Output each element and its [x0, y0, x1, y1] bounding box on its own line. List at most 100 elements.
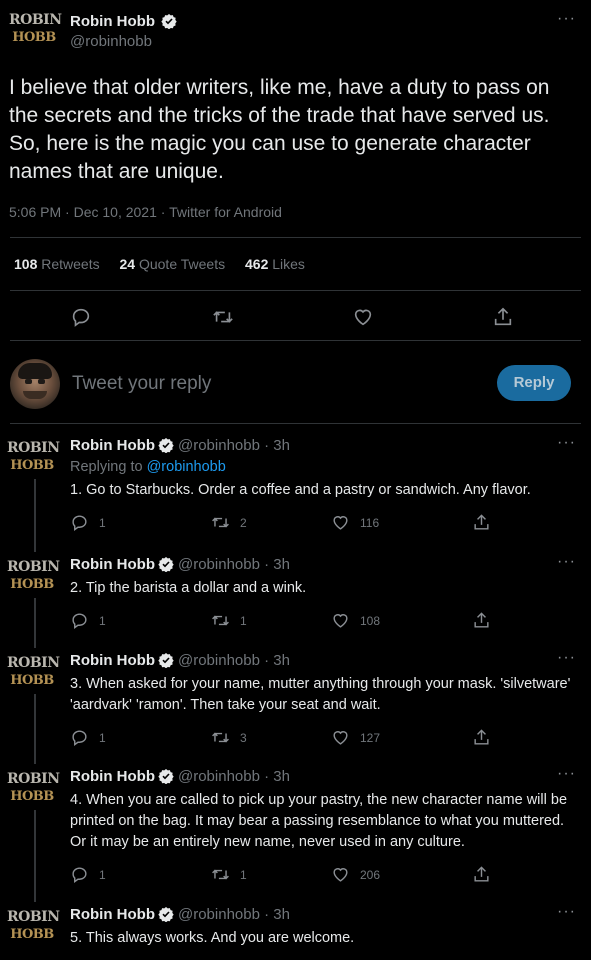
- avatar[interactable]: ROBIN HOBB: [7, 909, 60, 949]
- more-icon[interactable]: ···: [557, 553, 576, 571]
- verified-badge-icon: [158, 438, 174, 453]
- retweet-icon[interactable]: [211, 728, 230, 747]
- replying-to-handle[interactable]: @robinhobb: [147, 459, 226, 475]
- tweet-stats: 108 Retweets 24 Quote Tweets 462 Likes: [14, 256, 305, 272]
- share-icon[interactable]: [472, 611, 491, 630]
- reply-action[interactable]: 1: [70, 728, 106, 747]
- more-icon[interactable]: ···: [557, 903, 576, 921]
- likes-stat[interactable]: 462 Likes: [245, 256, 305, 272]
- share-action[interactable]: [472, 865, 501, 884]
- share-action[interactable]: [472, 611, 501, 630]
- retweets-stat[interactable]: 108 Retweets: [14, 256, 100, 272]
- author-handle[interactable]: @robinhobb: [178, 556, 260, 573]
- avatar[interactable]: ROBIN HOBB: [9, 12, 62, 52]
- avatar-logo-line2: HOBB: [10, 577, 54, 592]
- author-handle[interactable]: @robinhobb: [178, 652, 260, 669]
- reply-action[interactable]: 1: [70, 513, 106, 532]
- author-name[interactable]: Robin Hobb: [70, 652, 155, 669]
- user-avatar[interactable]: [10, 359, 60, 409]
- likes-count: 127: [360, 730, 381, 745]
- avatar[interactable]: ROBIN HOBB: [7, 559, 60, 599]
- tweet-source[interactable]: Twitter for Android: [169, 204, 282, 220]
- reply-header: Robin Hobb @robinhobb · 3h: [70, 556, 290, 573]
- more-icon[interactable]: ···: [557, 765, 576, 783]
- author-name[interactable]: Robin Hobb: [70, 906, 155, 923]
- like-icon[interactable]: [352, 306, 374, 328]
- retweet-action[interactable]: 1: [211, 865, 247, 884]
- more-icon[interactable]: ···: [557, 434, 576, 452]
- author-name[interactable]: Robin Hobb: [70, 437, 155, 454]
- tweet-date[interactable]: Dec 10, 2021: [74, 204, 157, 220]
- reply-button[interactable]: Reply: [497, 365, 571, 401]
- author-handle[interactable]: @robinhobb: [178, 437, 260, 454]
- author-name[interactable]: Robin Hobb: [70, 13, 155, 30]
- more-icon[interactable]: ···: [557, 10, 576, 28]
- avatar-logo-line2: HOBB: [10, 927, 54, 942]
- author-handle: @robinhobb: [70, 33, 152, 50]
- avatar-logo-line1: ROBIN: [7, 655, 60, 671]
- avatar[interactable]: ROBIN HOBB: [7, 440, 60, 480]
- reply-time[interactable]: 3h: [273, 437, 290, 454]
- reply-header: Robin Hobb @robinhobb · 3h: [70, 768, 290, 785]
- reply-time[interactable]: 3h: [273, 768, 290, 785]
- author-name[interactable]: Robin Hobb: [70, 768, 155, 785]
- share-action[interactable]: [472, 728, 501, 747]
- likes-count: 116: [360, 515, 380, 530]
- more-icon[interactable]: ···: [557, 649, 576, 667]
- reply-icon[interactable]: [70, 728, 89, 747]
- retweet-icon[interactable]: [211, 513, 230, 532]
- tweet-time[interactable]: 5:06 PM: [9, 204, 61, 220]
- retweet-icon[interactable]: [211, 306, 235, 328]
- reply-time[interactable]: 3h: [273, 556, 290, 573]
- share-icon[interactable]: [492, 306, 514, 328]
- like-action[interactable]: 206: [331, 865, 380, 884]
- retweet-action[interactable]: 3: [211, 728, 247, 747]
- like-action[interactable]: 108: [331, 611, 380, 630]
- tweet-meta: 5:06 PM · Dec 10, 2021 · Twitter for And…: [9, 204, 282, 220]
- reply-time[interactable]: 3h: [273, 906, 290, 923]
- reply-text: 2. Tip the barista a dollar and a wink.: [70, 580, 307, 596]
- avatar[interactable]: ROBIN HOBB: [7, 771, 60, 811]
- share-icon[interactable]: [472, 513, 491, 532]
- reply-icon[interactable]: [70, 611, 89, 630]
- reply-icon[interactable]: [70, 513, 89, 532]
- retweet-icon[interactable]: [211, 865, 230, 884]
- like-action[interactable]: 116: [331, 513, 379, 532]
- like-action[interactable]: 127: [331, 728, 380, 747]
- divider: [10, 290, 581, 291]
- reply-icon[interactable]: [70, 865, 89, 884]
- author-info[interactable]: Robin Hobb @robinhobb: [70, 13, 178, 50]
- avatar[interactable]: ROBIN HOBB: [7, 655, 60, 695]
- reply-input[interactable]: Tweet your reply: [72, 373, 211, 395]
- author-handle[interactable]: @robinhobb: [178, 906, 260, 923]
- avatar-logo-line2: HOBB: [10, 789, 54, 804]
- thread-line: [34, 479, 36, 552]
- share-icon[interactable]: [472, 865, 491, 884]
- replies-count: 1: [99, 867, 106, 882]
- replying-to-label: Replying to: [70, 459, 143, 475]
- like-icon[interactable]: [331, 513, 350, 532]
- verified-badge-icon: [158, 557, 174, 572]
- reply-action[interactable]: 1: [70, 611, 106, 630]
- quotes-stat[interactable]: 24 Quote Tweets: [120, 256, 226, 272]
- share-action[interactable]: [472, 513, 501, 532]
- retweet-action[interactable]: 1: [211, 611, 247, 630]
- reply-time[interactable]: 3h: [273, 652, 290, 669]
- reply-text: 3. When asked for your name, mutter anyt…: [70, 676, 571, 713]
- separator-dot: ·: [259, 906, 274, 923]
- like-icon[interactable]: [331, 611, 350, 630]
- retweet-icon[interactable]: [211, 611, 230, 630]
- reply-header: Robin Hobb @robinhobb · 3h: [70, 437, 290, 454]
- like-icon[interactable]: [331, 728, 350, 747]
- share-icon[interactable]: [472, 728, 491, 747]
- author-name[interactable]: Robin Hobb: [70, 556, 155, 573]
- like-icon[interactable]: [331, 865, 350, 884]
- verified-badge-icon: [158, 769, 174, 784]
- reply-action[interactable]: 1: [70, 865, 106, 884]
- reply-icon[interactable]: [70, 306, 92, 328]
- author-handle[interactable]: @robinhobb: [178, 768, 260, 785]
- avatar-logo-line1: ROBIN: [7, 559, 60, 575]
- likes-count: 108: [360, 613, 381, 628]
- retweet-action[interactable]: 2: [211, 513, 247, 532]
- avatar-logo-line1: ROBIN: [7, 440, 60, 456]
